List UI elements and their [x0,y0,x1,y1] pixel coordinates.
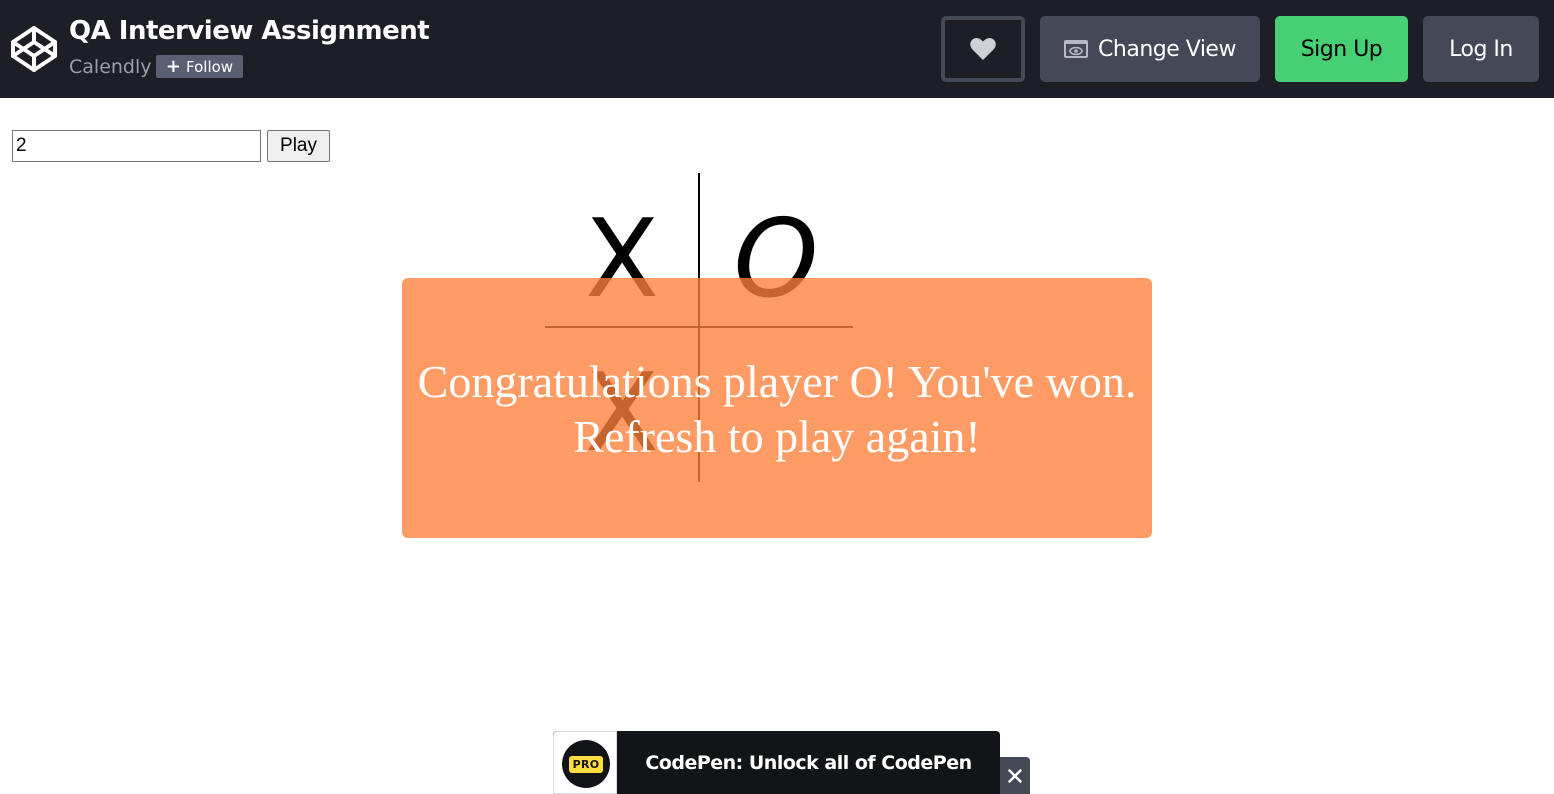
sign-up-button[interactable]: Sign Up [1275,16,1408,82]
eye-icon [1064,40,1089,58]
top-bar: QA Interview Assignment Calendly + Follo… [0,0,1554,98]
heart-icon [970,37,996,60]
win-message-line-2: Refresh to play again! [573,411,981,462]
like-button[interactable] [941,16,1025,82]
close-banner-button[interactable] [1000,757,1030,794]
pro-badge-label: PRO [568,755,604,773]
pro-banner-text[interactable]: CodePen: Unlock all of CodePen [617,731,1000,794]
pro-upsell-banner[interactable]: PRO CodePen: Unlock all of CodePen [553,731,1000,794]
pen-title: QA Interview Assignment [69,16,430,46]
codepen-logo-icon[interactable] [10,25,58,73]
follow-button[interactable]: + Follow [156,55,243,78]
win-message-line-1: Congratulations player O! You've won. [417,356,1137,407]
plus-icon: + [165,55,182,77]
log-in-button[interactable]: Log In [1423,16,1539,82]
change-view-label: Change View [1098,36,1236,62]
close-icon [1008,768,1022,783]
author-name[interactable]: Calendly [69,56,152,78]
change-view-button[interactable]: Change View [1040,16,1260,82]
pro-badge-container: PRO [553,731,617,794]
follow-label: Follow [186,57,234,76]
board-size-input[interactable] [12,130,261,162]
play-button[interactable]: Play [267,130,330,162]
win-message: Congratulations player O! You've won. Re… [0,354,1554,464]
pro-badge-icon: PRO [562,740,610,788]
